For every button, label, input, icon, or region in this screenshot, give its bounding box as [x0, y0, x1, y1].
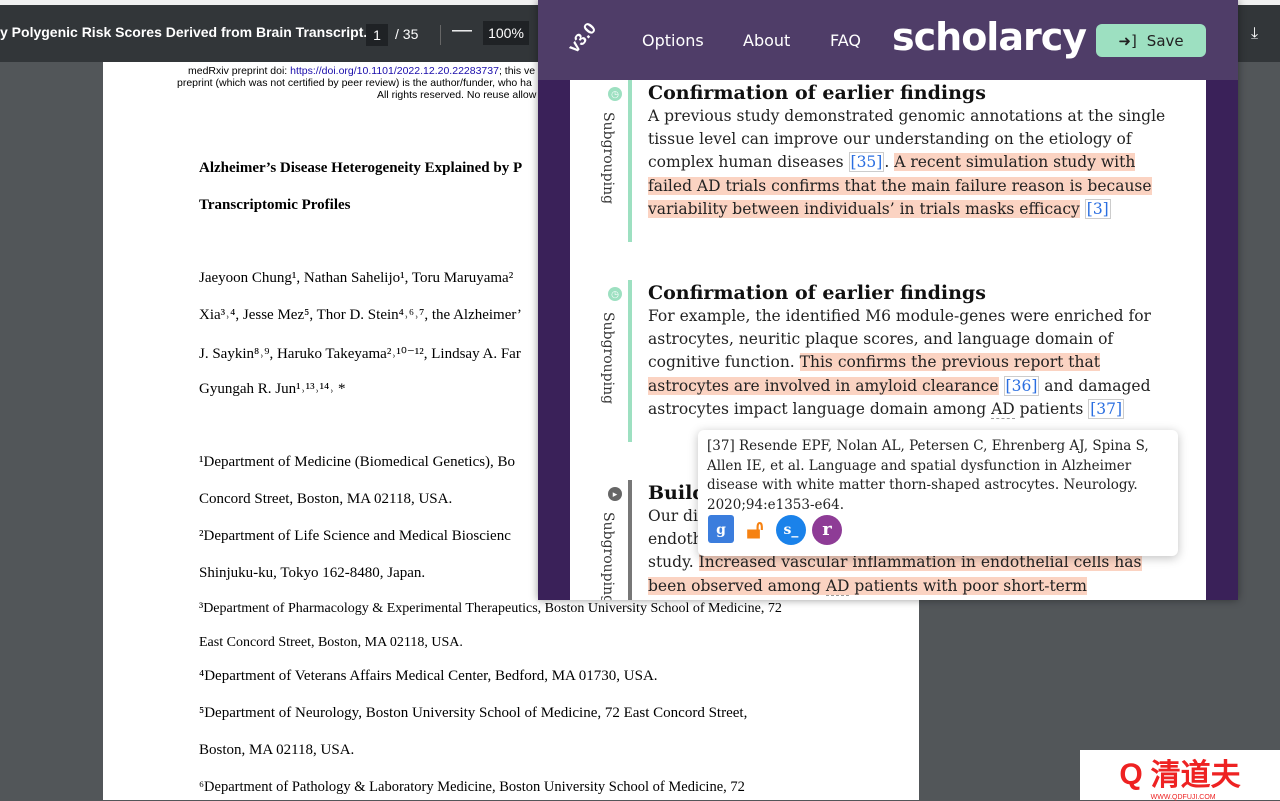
citation-link[interactable]: [36]	[1003, 375, 1040, 396]
watermark: Q 清道夫 WWW.QDFUJI.COM	[1080, 750, 1280, 801]
page-number-input[interactable]: 1	[366, 24, 388, 46]
page-total: / 35	[395, 26, 419, 42]
researchgate-icon[interactable]: r	[812, 515, 842, 545]
affiliation: ⁵Department of Neurology, Boston Univers…	[199, 705, 748, 721]
citation-text: [37] Resende EPF, Nolan AL, Petersen C, …	[707, 438, 1149, 513]
scholarcy-header: v3.0 Options About FAQ scholarcy ➜] Save	[538, 0, 1238, 80]
section-label: Subgrouping	[600, 312, 616, 405]
finding-section: ◷ Subgrouping Confirmation of earlier fi…	[570, 280, 1206, 445]
citation-link[interactable]: [3]	[1084, 198, 1111, 219]
section-heading: Build	[648, 482, 706, 504]
save-label: Save	[1146, 31, 1184, 50]
affiliation: ¹Department of Medicine (Biomedical Gene…	[199, 454, 516, 470]
header-text: medRxiv preprint doi:	[188, 65, 291, 77]
zoom-out-button[interactable]: —	[452, 19, 472, 42]
video-icon: ▸	[608, 487, 622, 501]
nav-options[interactable]: Options	[642, 31, 704, 50]
version-badge: v3.0	[564, 18, 601, 57]
section-label: Subgrouping	[600, 512, 616, 600]
watermark-url: WWW.QDFUJI.COM	[1150, 793, 1216, 801]
section-text: For example, the identified M6 module-ge…	[648, 307, 1151, 419]
section-bar	[628, 280, 632, 442]
affiliation: ²Department of Life Science and Medical …	[199, 528, 511, 544]
affiliation: Concord Street, Boston, MA 02118, USA.	[199, 491, 453, 507]
section-heading: Confirmation of earlier findings	[648, 282, 986, 304]
open-access-icon[interactable]: 🔓︎	[740, 515, 770, 545]
highlight: Increased vascular inflammation in endot…	[648, 553, 1142, 600]
affiliation: Shinjuku-ku, Tokyo 162-8480, Japan.	[199, 565, 426, 581]
zoom-level[interactable]: 100%	[483, 21, 529, 45]
affiliation: Boston, MA 02118, USA.	[199, 742, 355, 758]
citation-link[interactable]: [37]	[1088, 398, 1125, 419]
finding-section: ◷ Subgrouping Confirmation of earlier fi…	[570, 80, 1206, 250]
nav-about[interactable]: About	[743, 31, 790, 50]
author-line: J. Saykin⁸˒⁹, Haruko Takeyama²˒¹⁰⁻¹², Li…	[199, 346, 521, 362]
section-bar	[628, 480, 632, 600]
citation-link[interactable]: [35]	[848, 152, 885, 173]
affiliation: East Concord Street, Boston, MA 02118, U…	[199, 635, 463, 650]
nav-faq[interactable]: FAQ	[830, 31, 861, 50]
document-title: y Polygenic Risk Scores Derived from Bra…	[0, 24, 376, 40]
author-line: Jaeyoon Chung¹, Nathan Sahelijo¹, Toru M…	[199, 270, 514, 286]
save-button[interactable]: ➜] Save	[1096, 24, 1206, 57]
watermark-logo: Q	[1119, 758, 1143, 791]
abbreviation[interactable]: AD	[991, 399, 1015, 419]
author-line: Gyungah R. Jun¹˒¹³˒¹⁴˒ *	[199, 381, 346, 397]
watermark-text: 清道夫	[1150, 757, 1241, 793]
affiliation: ³Department of Pharmacology & Experiment…	[199, 601, 782, 616]
clock-icon: ◷	[608, 287, 622, 301]
citation-popup: [37] Resende EPF, Nolan AL, Petersen C, …	[698, 430, 1178, 556]
author-line: Xia³˒⁴, Jesse Mez⁵, Thor D. Stein⁴˒⁶˒⁷, …	[199, 307, 522, 323]
sign-in-icon: ➜]	[1118, 31, 1137, 50]
semantic-scholar-icon[interactable]: s_	[776, 515, 806, 545]
section-bar	[628, 80, 632, 242]
header-text: ; this ve	[498, 65, 536, 77]
section-text: A previous study demonstrated genomic an…	[648, 107, 1166, 219]
header-text: All rights reserved. No reuse allow	[377, 89, 537, 101]
header-text: preprint (which was not certified by pee…	[177, 77, 532, 89]
paper-title: Transcriptomic Profiles	[199, 197, 351, 213]
section-heading: Confirmation of earlier findings	[648, 82, 986, 104]
affiliation: ⁶Department of Pathology & Laboratory Me…	[199, 779, 745, 795]
affiliation: ⁴Department of Veterans Affairs Medical …	[199, 668, 658, 684]
download-icon[interactable]: ⤓	[1251, 25, 1258, 43]
section-label: Subgrouping	[600, 112, 616, 205]
scholarcy-logo: scholarcy	[892, 15, 1087, 59]
google-scholar-icon[interactable]: g	[708, 515, 734, 543]
doi-link[interactable]: https://doi.org/10.1101/2022.12.20.22283…	[290, 65, 499, 77]
divider	[440, 25, 441, 45]
clock-icon: ◷	[608, 87, 622, 101]
paper-title: Alzheimer’s Disease Heterogeneity Explai…	[199, 160, 523, 176]
